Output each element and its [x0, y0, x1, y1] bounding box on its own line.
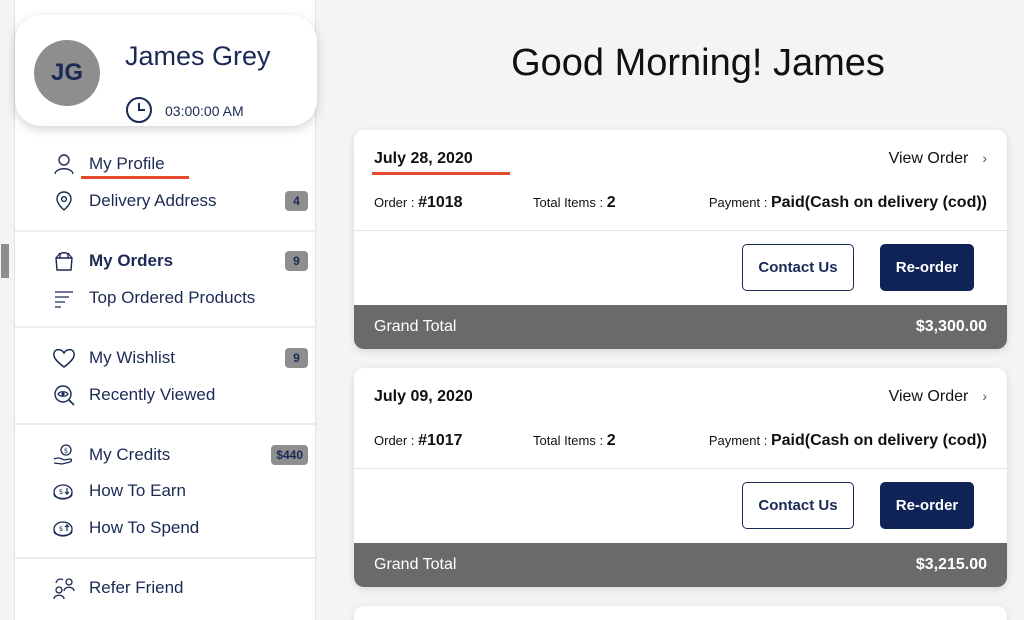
page-title: Good Morning! James	[511, 42, 885, 84]
view-order-link[interactable]: View Order ›	[889, 150, 987, 168]
sidebar-item-delivery-address[interactable]: Delivery Address 4	[15, 185, 317, 217]
sidebar-item-my-orders[interactable]: My Orders 9	[15, 245, 317, 277]
date-underline	[372, 172, 510, 175]
nav-group-orders: My Orders 9 Top Ordered Products	[1, 232, 317, 328]
reorder-button[interactable]: Re-order	[880, 482, 974, 529]
contact-us-button[interactable]: Contact Us	[742, 482, 854, 529]
svg-text:$: $	[59, 525, 63, 533]
svg-text:$: $	[64, 447, 68, 455]
active-indicator	[1, 244, 9, 278]
nav-group-credits: $ My Credits $440 $ How To Earn $ How To…	[15, 425, 317, 559]
grand-total-value: $3,215.00	[915, 556, 987, 573]
total-items: Total Items : 2	[533, 194, 616, 211]
credits-badge: $440	[271, 445, 308, 465]
payment-status: Payment : Paid(Cash on delivery (cod))	[708, 194, 987, 211]
sidebar-item-label: How To Spend	[89, 518, 200, 537]
nav-group-account: My Profile Delivery Address 4	[15, 126, 317, 232]
sidebar-item-recently-viewed[interactable]: Recently Viewed	[15, 379, 317, 411]
reorder-button[interactable]: Re-order	[880, 244, 974, 291]
svg-text:$: $	[59, 488, 63, 496]
nav-group-refer: Refer Friend	[15, 559, 317, 620]
sidebar: JG James Grey 03:00:00 AM My Profile Del…	[1, 0, 317, 620]
sidebar-item-label: My Credits	[89, 445, 171, 464]
eye-search-icon	[51, 382, 77, 408]
coins-earn-icon: $	[51, 478, 77, 504]
order-card: July 09, 2020 View Order › Order : #1017 …	[354, 368, 1007, 587]
sidebar-item-label: Delivery Address	[89, 191, 217, 210]
order-number: Order : #1017	[374, 432, 463, 449]
list-lines-icon	[51, 285, 77, 311]
refer-friend-icon	[51, 575, 77, 601]
sidebar-item-label: Refer Friend	[89, 578, 184, 597]
heart-icon	[51, 345, 77, 371]
order-info-row: Order : #1018 Total Items : 2 Payment : …	[374, 192, 987, 216]
count-badge: 9	[285, 251, 308, 271]
user-icon	[51, 151, 77, 177]
sidebar-item-label: Top Ordered Products	[89, 288, 256, 307]
divider	[354, 230, 1007, 231]
sidebar-item-label: How To Earn	[89, 481, 187, 500]
sidebar-item-refer-friend[interactable]: Refer Friend	[15, 572, 317, 604]
grand-total-value: $3,300.00	[915, 318, 987, 335]
order-info-row: Order : #1017 Total Items : 2 Payment : …	[374, 430, 987, 454]
sidebar-item-label: My Orders	[89, 251, 174, 270]
total-items: Total Items : 2	[533, 432, 616, 449]
profile-card: JG James Grey 03:00:00 AM	[15, 15, 317, 126]
payment-status: Payment : Paid(Cash on delivery (cod))	[708, 432, 987, 449]
coins-spend-icon: $	[51, 515, 77, 541]
sidebar-item-label: My Profile	[89, 154, 165, 173]
sidebar-item-my-credits[interactable]: $ My Credits $440	[15, 439, 317, 471]
sidebar-item-how-to-spend[interactable]: $ How To Spend	[15, 512, 317, 544]
chevron-right-icon: ›	[982, 150, 987, 166]
sidebar-item-my-wishlist[interactable]: My Wishlist 9	[15, 342, 317, 374]
contact-us-button[interactable]: Contact Us	[742, 244, 854, 291]
count-badge: 9	[285, 348, 308, 368]
current-time: 03:00:00 AM	[165, 103, 244, 119]
view-order-link[interactable]: View Order ›	[889, 388, 987, 406]
view-order-label: View Order	[888, 150, 969, 167]
grand-total-label: Grand Total	[374, 318, 457, 335]
divider	[354, 468, 1007, 469]
order-number: Order : #1018	[374, 194, 463, 211]
count-badge: 4	[285, 191, 308, 211]
grand-total-bar: Grand Total $3,300.00	[354, 305, 1007, 349]
view-order-label: View Order	[888, 388, 969, 405]
order-date: July 28, 2020	[374, 150, 473, 167]
sidebar-item-label: Recently Viewed	[89, 385, 216, 404]
nav-group-wishlist: My Wishlist 9 Recently Viewed	[15, 328, 317, 425]
sidebar-item-how-to-earn[interactable]: $ How To Earn	[15, 475, 317, 507]
sidebar-item-label: My Wishlist	[89, 348, 175, 367]
grand-total-label: Grand Total	[374, 556, 457, 573]
user-name: James Grey	[125, 41, 271, 71]
sidebar-item-top-ordered-products[interactable]: Top Ordered Products	[15, 282, 317, 314]
shopping-bag-icon	[51, 248, 77, 274]
order-date: July 09, 2020	[374, 388, 473, 405]
chevron-right-icon: ›	[982, 388, 987, 404]
order-card: July 28, 2020 View Order › Order : #1018 …	[354, 130, 1007, 349]
active-underline	[81, 176, 189, 179]
clock-icon	[126, 97, 152, 123]
grand-total-bar: Grand Total $3,215.00	[354, 543, 1007, 587]
order-card-partial	[354, 606, 1007, 620]
location-pin-icon	[51, 188, 77, 214]
dollar-hand-icon: $	[51, 442, 77, 468]
avatar[interactable]: JG	[34, 40, 100, 106]
